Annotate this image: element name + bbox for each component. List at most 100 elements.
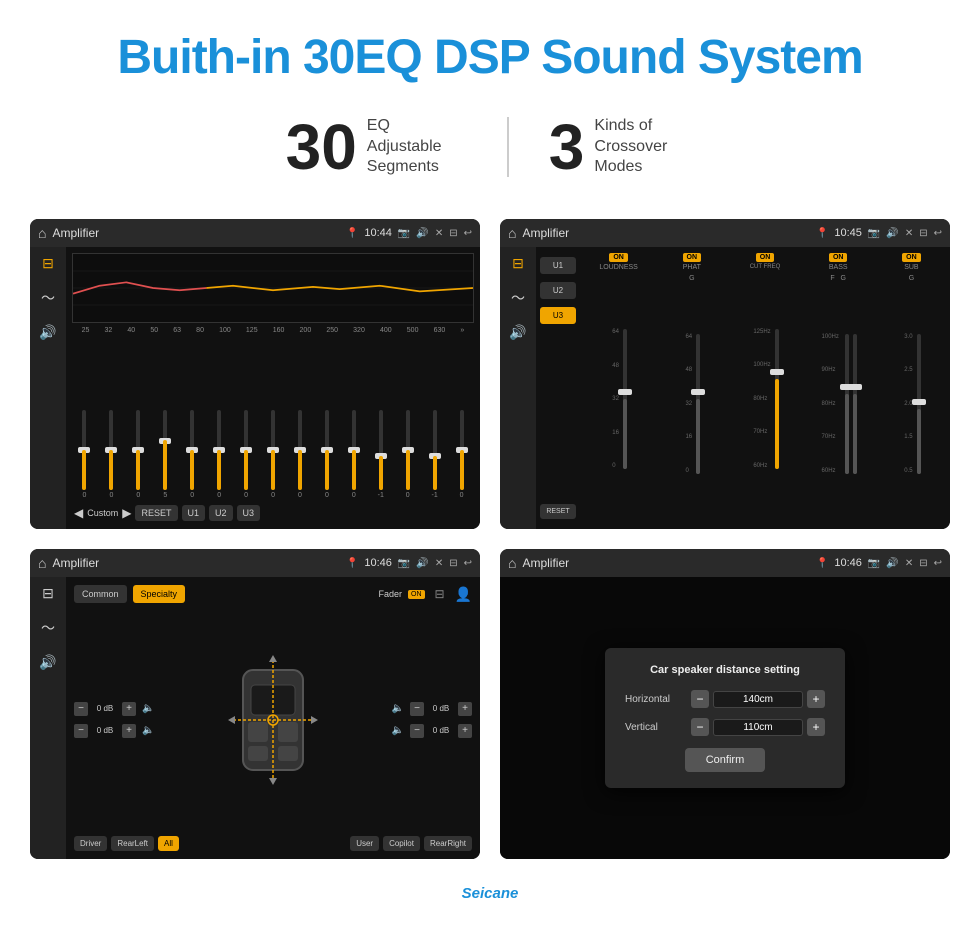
- eq-u1-btn[interactable]: U1: [182, 505, 206, 521]
- dialog-vertical-minus[interactable]: −: [691, 718, 709, 736]
- eq-slider-14[interactable]: -1: [422, 410, 447, 499]
- cross-wave-icon[interactable]: 〜: [511, 288, 525, 308]
- balance-specialty-btn[interactable]: Specialty: [133, 585, 186, 603]
- balance-rearleft-btn[interactable]: RearLeft: [111, 836, 154, 851]
- eq-wave-icon[interactable]: 〜: [41, 288, 55, 308]
- eq-home-icon[interactable]: ⌂: [38, 225, 46, 241]
- balance-main-area: Common Specialty Fader ON ⊟ 👤 − 0 dB +: [66, 577, 480, 859]
- eq-slider-2[interactable]: 0: [99, 410, 124, 499]
- stat-eq-number: 30: [286, 115, 357, 179]
- balance-minus-br[interactable]: −: [410, 724, 424, 738]
- cross-ch-loudness: ON LOUDNESS 64 48 32 16 0: [584, 253, 653, 523]
- balance-speaker-icon[interactable]: 🔊: [39, 654, 56, 671]
- cross-reset-btn[interactable]: RESET: [540, 504, 576, 519]
- balance-topbar: ⌂ Amplifier 📍 10:46 📷 🔊 ✕ ⊟ ↩: [30, 549, 480, 577]
- brand-name: Seicane: [462, 885, 519, 902]
- balance-minus-tl[interactable]: −: [74, 702, 88, 716]
- balance-rearright-btn[interactable]: RearRight: [424, 836, 472, 851]
- balance-back-icon[interactable]: ↩: [464, 558, 472, 569]
- dialog-confirm-button[interactable]: Confirm: [685, 748, 765, 772]
- cross-u3-btn[interactable]: U3: [540, 307, 576, 324]
- balance-all-btn[interactable]: All: [158, 836, 179, 851]
- cross-main-area: U1 U2 U3 RESET ON LOUDNESS 64 48: [536, 247, 950, 529]
- eq-main-area: 25 32 40 50 63 80 100 125 160 200 250 32…: [66, 247, 480, 529]
- cross-back-icon[interactable]: ↩: [934, 228, 942, 239]
- balance-copilot-btn[interactable]: Copilot: [383, 836, 420, 851]
- balance-plus-tl[interactable]: +: [122, 702, 136, 716]
- stat-crossover-desc: Kinds ofCrossover Modes: [594, 116, 694, 178]
- balance-time: 10:46: [364, 557, 392, 569]
- distance-time: 10:46: [834, 557, 862, 569]
- cross-home-icon[interactable]: ⌂: [508, 225, 516, 241]
- distance-location-icon: 📍: [816, 558, 828, 569]
- balance-home-icon[interactable]: ⌂: [38, 555, 46, 571]
- eq-back-icon[interactable]: ↩: [464, 228, 472, 239]
- screen-balance-card: ⌂ Amplifier 📍 10:46 📷 🔊 ✕ ⊟ ↩ ⊟ 〜 🔊 Comm…: [30, 549, 480, 859]
- cross-eq-icon[interactable]: ⊟: [512, 255, 524, 272]
- eq-topbar: ⌂ Amplifier 📍 10:44 📷 🔊 ✕ ⊟ ↩: [30, 219, 480, 247]
- cross-time: 10:45: [834, 227, 862, 239]
- phat-slider[interactable]: [696, 334, 700, 474]
- dialog-title: Car speaker distance setting: [625, 664, 825, 676]
- eq-prev-btn[interactable]: ◀: [74, 506, 83, 520]
- eq-slider-8[interactable]: 0: [261, 410, 286, 499]
- bass-f-slider[interactable]: [845, 334, 849, 474]
- dialog-horizontal-plus[interactable]: +: [807, 690, 825, 708]
- eq-slider-10[interactable]: 0: [314, 410, 339, 499]
- balance-minus-tr[interactable]: −: [410, 702, 424, 716]
- balance-wave-icon[interactable]: 〜: [41, 618, 55, 638]
- bass-g-slider[interactable]: [853, 334, 857, 474]
- eq-speaker-icon[interactable]: 🔊: [39, 324, 56, 341]
- eq-slider-7[interactable]: 0: [234, 410, 259, 499]
- dialog-vertical-plus[interactable]: +: [807, 718, 825, 736]
- distance-home-icon[interactable]: ⌂: [508, 555, 516, 571]
- eq-next-btn[interactable]: ▶: [122, 506, 131, 520]
- cross-u1-btn[interactable]: U1: [540, 257, 576, 274]
- dialog-horizontal-minus[interactable]: −: [691, 690, 709, 708]
- eq-slider-11[interactable]: 0: [341, 410, 366, 499]
- eq-slider-12[interactable]: -1: [368, 410, 393, 499]
- eq-slider-6[interactable]: 0: [207, 410, 232, 499]
- eq-slider-1[interactable]: 0: [72, 410, 97, 499]
- cross-u2-btn[interactable]: U2: [540, 282, 576, 299]
- cross-speaker-icon[interactable]: 🔊: [509, 324, 526, 341]
- distance-back-icon[interactable]: ↩: [934, 558, 942, 569]
- balance-plus-tr[interactable]: +: [458, 702, 472, 716]
- balance-common-btn[interactable]: Common: [74, 585, 127, 603]
- balance-center-section: − 0 dB + 🔈 − 0 dB + 🔈: [74, 609, 472, 830]
- distance-split-icon: ⊟: [919, 558, 927, 569]
- eq-slider-3[interactable]: 0: [126, 410, 151, 499]
- cross-presets: U1 U2 U3 RESET: [536, 247, 580, 529]
- stat-crossover-number: 3: [549, 115, 585, 179]
- speaker-fl-icon: 🔈: [142, 703, 154, 714]
- balance-title: Amplifier: [52, 556, 339, 570]
- cross-camera-icon: 📷: [868, 228, 880, 239]
- balance-plus-br[interactable]: +: [458, 724, 472, 738]
- screen-eq-card: ⌂ Amplifier 📍 10:44 📷 🔊 ✕ ⊟ ↩ ⊟ 〜 🔊: [30, 219, 480, 529]
- dialog-horizontal-input: − 140cm +: [691, 690, 825, 708]
- eq-equalizer-icon[interactable]: ⊟: [42, 255, 54, 272]
- dialog-vertical-input: − 110cm +: [691, 718, 825, 736]
- balance-zone-buttons: Driver RearLeft All User Copilot RearRig…: [74, 836, 472, 851]
- eq-u2-btn[interactable]: U2: [209, 505, 233, 521]
- eq-slider-5[interactable]: 0: [180, 410, 205, 499]
- eq-slider-13[interactable]: 0: [395, 410, 420, 499]
- eq-slider-15[interactable]: 0: [449, 410, 474, 499]
- eq-reset-btn[interactable]: RESET: [135, 505, 177, 521]
- eq-u3-btn[interactable]: U3: [237, 505, 261, 521]
- balance-plus-bl[interactable]: +: [122, 724, 136, 738]
- loudness-slider[interactable]: [623, 329, 627, 469]
- dialog-vertical-row: Vertical − 110cm +: [625, 718, 825, 736]
- cutfreq-slider[interactable]: [775, 329, 779, 469]
- balance-user-btn[interactable]: User: [350, 836, 379, 851]
- balance-eq-icon[interactable]: ⊟: [42, 585, 54, 602]
- balance-driver-btn[interactable]: Driver: [74, 836, 107, 851]
- eq-slider-4[interactable]: 5: [153, 410, 178, 499]
- balance-minus-bl[interactable]: −: [74, 724, 88, 738]
- eq-x-icon: ✕: [435, 228, 443, 239]
- car-diagram: [223, 650, 323, 790]
- sub-slider[interactable]: [917, 334, 921, 474]
- screens-grid: ⌂ Amplifier 📍 10:44 📷 🔊 ✕ ⊟ ↩ ⊟ 〜 🔊: [0, 209, 980, 879]
- eq-slider-9[interactable]: 0: [288, 410, 313, 499]
- eq-title: Amplifier: [52, 226, 339, 240]
